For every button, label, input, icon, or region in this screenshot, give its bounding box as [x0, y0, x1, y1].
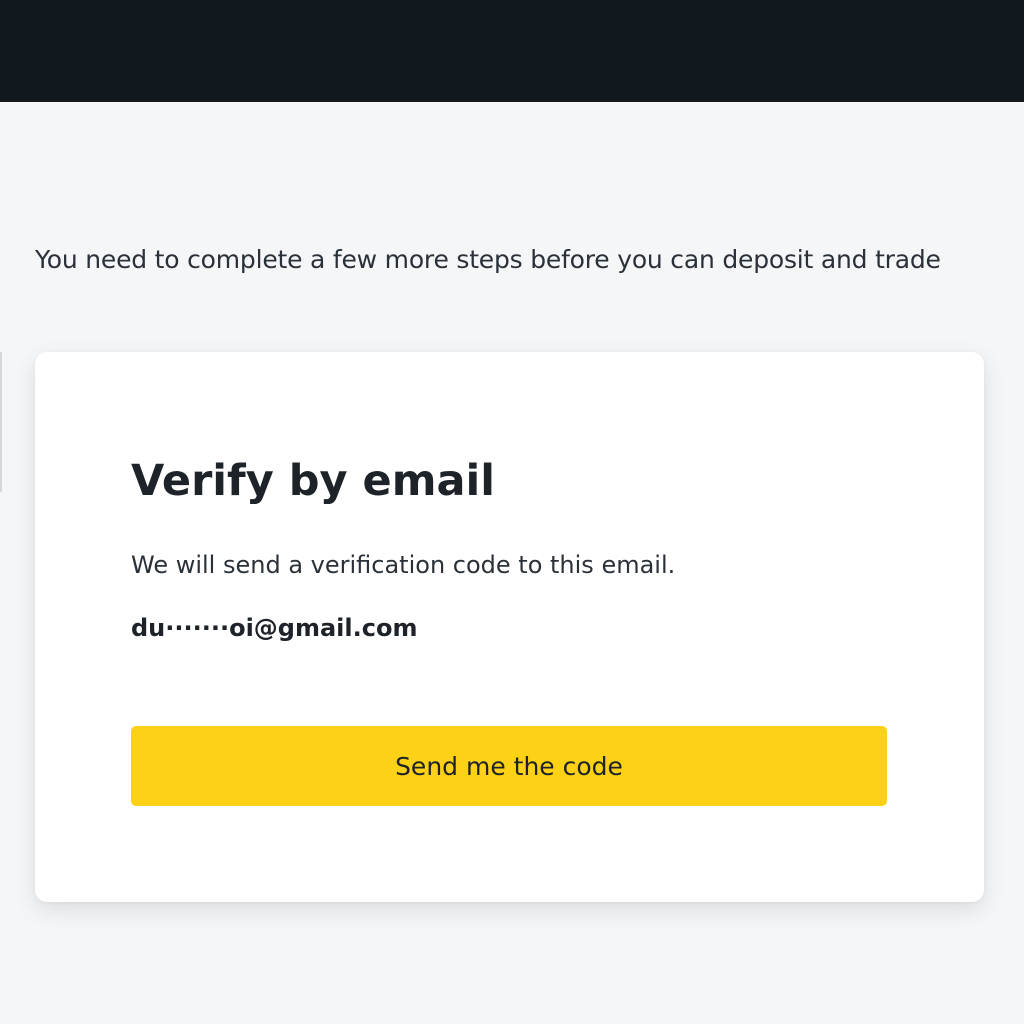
side-panel-edge — [0, 352, 2, 492]
masked-email: du·······oi@gmail.com — [131, 614, 418, 642]
card-description: We will send a verification code to this… — [131, 551, 676, 579]
card-title: Verify by email — [131, 456, 495, 506]
verify-email-card: Verify by email We will send a verificat… — [35, 352, 984, 902]
top-navigation-bar — [0, 0, 1024, 102]
send-code-button[interactable]: Send me the code — [131, 726, 887, 806]
intro-message: You need to complete a few more steps be… — [35, 245, 941, 274]
